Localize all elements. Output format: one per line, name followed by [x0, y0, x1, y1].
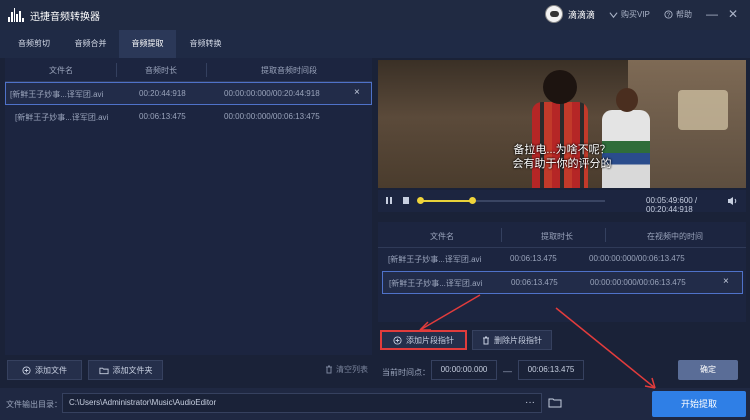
progress-track[interactable] [417, 197, 605, 204]
add-file-button[interactable]: 添加文件 [7, 360, 82, 380]
table-row[interactable]: [新鲜王子妙事...译军团.avi 00:06:13.475 00:00:00:… [382, 271, 743, 294]
row-duration: 00:20:44:918 [139, 89, 186, 98]
help-label[interactable]: 帮助 [676, 9, 692, 20]
add-segment-label[interactable]: 添加片段指针 [406, 335, 454, 346]
close-icon[interactable]: ✕ [726, 7, 740, 21]
pause-icon[interactable] [385, 196, 393, 205]
output-path-value: C:\Users\Administrator\Music\AudioEditor [69, 398, 217, 407]
row-range: 00:00:00:000/00:06:13:475 [224, 112, 320, 121]
delete-segment-label[interactable]: 删除片段指针 [494, 335, 542, 346]
row-filename: [新鲜王子妙事...译军团.avi [389, 279, 483, 288]
confirm-button[interactable]: 确定 [678, 360, 738, 380]
player-controls: 00:05:49:600 / 00:20:44:918 [378, 190, 746, 214]
plus-circle-icon [393, 335, 402, 345]
add-segment-button[interactable]: 添加片段指针 [380, 330, 467, 350]
file-list-header: 文件名 音频时长 提取音频时间段 [5, 58, 372, 82]
add-folder-button[interactable]: 添加文件夹 [88, 360, 163, 380]
clear-list-button[interactable]: 清空列表 [325, 364, 368, 375]
add-file-label[interactable]: 添加文件 [35, 365, 67, 376]
table-row[interactable]: [新鲜王子妙事...译军团.avi 00:06:13.475 00:00:00:… [382, 248, 743, 271]
table-row[interactable]: [新鲜王子妙事...译军团.avi 00:06:13:475 00:00:00:… [5, 106, 372, 129]
vip-icon [609, 12, 618, 19]
header-position: 在视频中的时间 [647, 232, 703, 241]
svg-text:?: ? [667, 12, 671, 19]
row-range: 00:00:00:000/00:20:44:918 [224, 89, 320, 98]
remove-row-icon[interactable]: × [354, 87, 360, 98]
output-path-input[interactable]: C:\Users\Administrator\Music\AudioEditor… [62, 393, 542, 413]
add-folder-label[interactable]: 添加文件夹 [113, 365, 153, 376]
volume-icon[interactable] [727, 196, 738, 206]
annotation-arrowhead [644, 377, 656, 389]
row-position: 00:00:00:000/00:06:13.475 [590, 278, 686, 287]
trash-icon [326, 365, 332, 374]
user-account[interactable]: 滴滴滴 [545, 5, 595, 23]
annotation-arrowhead [419, 321, 431, 331]
row-filename: [新鲜王子妙事...译军团.avi [388, 255, 482, 264]
end-time-input[interactable]: 00:06:13.475 [518, 360, 584, 380]
header-duration: 提取时长 [541, 232, 573, 241]
header-range: 提取音频时间段 [261, 66, 317, 75]
header-filename: 文件名 [49, 66, 73, 75]
tab-audio-convert[interactable]: 音频转换 [178, 30, 233, 58]
row-filename: [新鲜王子妙事...译军团.avi [10, 90, 104, 99]
remove-row-icon[interactable]: × [723, 276, 729, 287]
folder-icon [98, 367, 109, 374]
open-folder-icon[interactable] [548, 397, 562, 408]
video-preview[interactable]: 备拉电...为啥不呢？ 会有助于你的评分的 [378, 60, 746, 188]
row-duration: 00:06:13.475 [510, 254, 557, 263]
row-duration: 00:06:13:475 [139, 112, 186, 121]
app-logo-icon [8, 8, 24, 22]
range-end-handle[interactable] [468, 197, 476, 204]
start-extract-button[interactable]: 开始提取 [652, 391, 746, 417]
start-time-input[interactable]: 00:00:00.000 [431, 360, 497, 380]
progress-fill [420, 200, 472, 202]
row-filename: [新鲜王子妙事...译军团.avi [15, 113, 109, 122]
segment-list-header: 文件名 提取时长 在视频中的时间 [378, 222, 746, 248]
buy-vip-link[interactable]: 购买VIP [609, 9, 650, 20]
user-name[interactable]: 滴滴滴 [568, 8, 595, 21]
title-bar: 迅捷音频转换器 滴滴滴 购买VIP ? 帮助 — ✕ [0, 0, 750, 30]
segment-list-panel: 文件名 提取时长 在视频中的时间 [新鲜王子妙事...译军团.avi 00:06… [378, 222, 746, 322]
header-duration: 音频时长 [145, 66, 177, 75]
plus-circle-icon [22, 365, 31, 375]
tab-audio-merge[interactable]: 音频合并 [63, 30, 118, 58]
range-start-handle[interactable] [417, 197, 424, 204]
row-duration: 00:06:13.475 [511, 278, 558, 287]
tab-audio-cut[interactable]: 音频剪切 [8, 30, 60, 58]
subtitle-line: 会有助于你的评分的 [512, 158, 612, 170]
clear-list-label[interactable]: 清空列表 [336, 364, 368, 375]
current-time-label: 当前时间点： [382, 368, 430, 377]
output-dir-label: 文件输出目录： [6, 400, 62, 409]
stop-icon[interactable] [402, 196, 410, 205]
minimize-icon[interactable]: — [705, 7, 719, 21]
avatar[interactable] [545, 5, 563, 23]
app-title: 迅捷音频转换器 [30, 11, 100, 23]
delete-segment-button[interactable]: 删除片段指针 [472, 330, 552, 350]
tab-bar: 音频剪切 音频合并 音频提取 音频转换 [0, 30, 750, 58]
help-link[interactable]: ? 帮助 [664, 9, 692, 20]
help-icon: ? [664, 10, 673, 19]
time-separator: — [503, 366, 512, 376]
tab-audio-extract[interactable]: 音频提取 [119, 30, 176, 58]
header-filename: 文件名 [430, 232, 454, 241]
browse-more-icon[interactable]: ··· [525, 394, 535, 412]
output-bar: 文件输出目录： C:\Users\Administrator\Music\Aud… [0, 388, 750, 420]
trash-icon [483, 336, 489, 344]
file-list-panel: 文件名 音频时长 提取音频时间段 [新鲜王子妙事...译军团.avi 00:20… [5, 58, 372, 355]
buy-vip-label[interactable]: 购买VIP [621, 9, 650, 20]
table-row[interactable]: [新鲜王子妙事...译军团.avi 00:20:44:918 00:00:00:… [5, 82, 372, 105]
row-position: 00:00:00:000/00:06:13.475 [589, 254, 685, 263]
video-person [600, 88, 650, 188]
